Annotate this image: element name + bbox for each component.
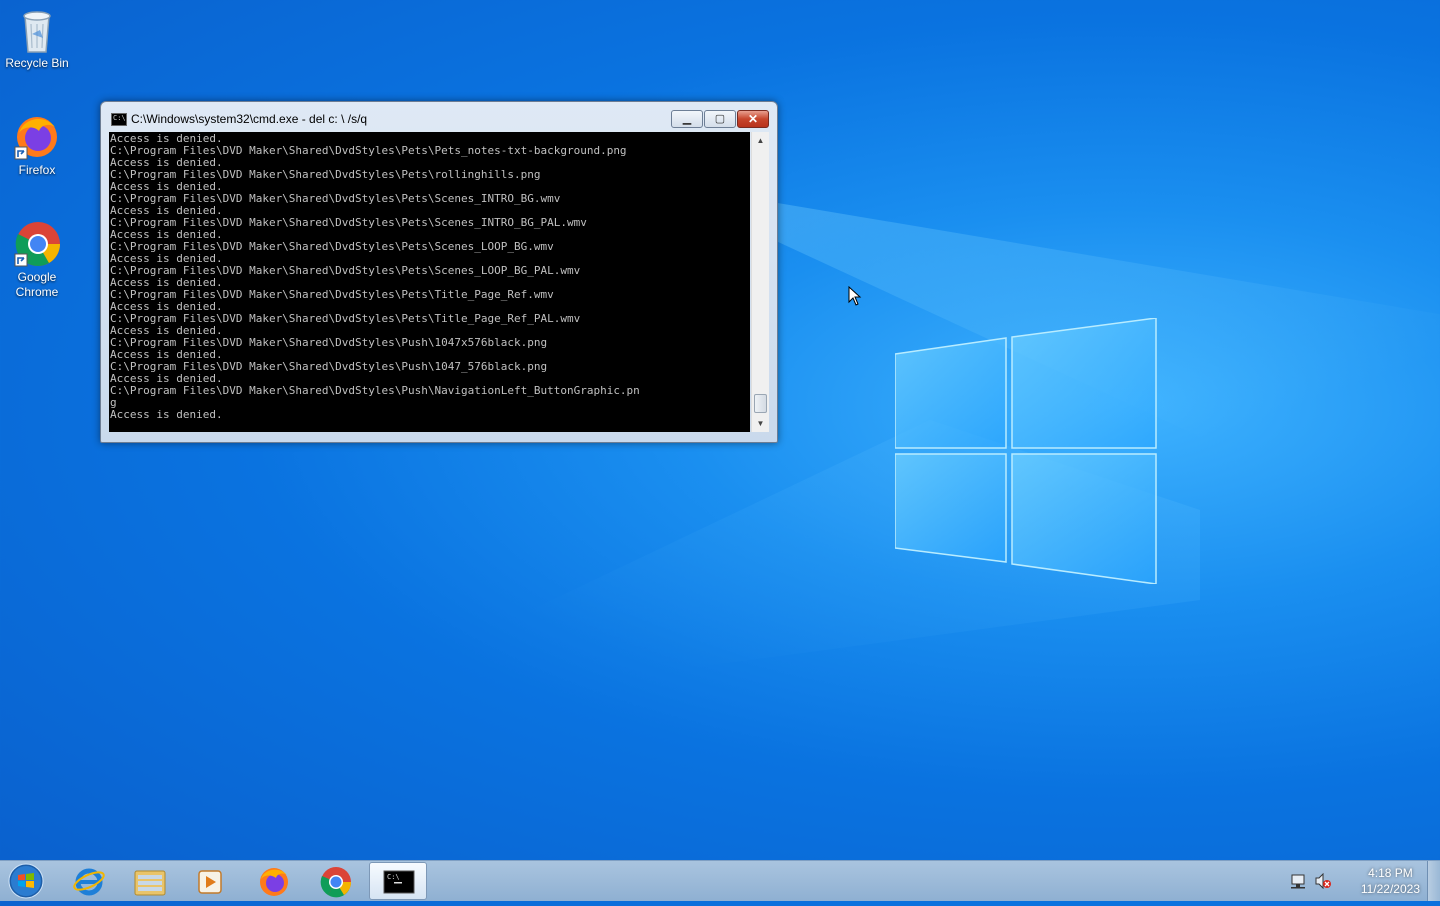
cmd-window-icon: C:\	[111, 113, 127, 126]
cmd-window[interactable]: C:\ C:\Windows\system32\cmd.exe - del c:…	[100, 101, 778, 443]
desktop-icon-recycle-bin[interactable]: Recycle Bin	[0, 6, 74, 71]
taskbar: C:\ 4:18 PM 11/22/2023	[0, 860, 1440, 901]
desktop-icon-label: Recycle Bin	[5, 56, 69, 70]
taskbar-media-player[interactable]	[181, 862, 239, 900]
close-icon: ✕	[747, 112, 759, 126]
show-desktop-button[interactable]	[1427, 861, 1440, 901]
taskbar-chrome[interactable]	[307, 862, 365, 900]
minimize-icon: ▁	[682, 113, 692, 125]
recycle-bin-icon	[13, 6, 61, 54]
close-button[interactable]: ✕	[737, 110, 769, 128]
system-tray: 4:18 PM 11/22/2023	[1280, 861, 1440, 901]
chrome-icon	[320, 867, 352, 898]
maximize-button[interactable]: ▢	[704, 110, 736, 128]
desktop-icon-firefox[interactable]: Firefox	[0, 113, 74, 178]
window-title: C:\Windows\system32\cmd.exe - del c: \ /…	[131, 112, 368, 126]
clock-date: 11/22/2023	[1360, 882, 1420, 896]
clock-time: 4:18 PM	[1368, 866, 1413, 880]
scroll-up-arrow-icon[interactable]: ▲	[752, 132, 769, 149]
internet-explorer-icon	[73, 868, 105, 896]
windows-start-orb-icon	[8, 863, 44, 899]
media-player-icon	[198, 870, 222, 894]
start-button[interactable]	[6, 862, 46, 900]
volume-muted-icon[interactable]	[1314, 873, 1332, 889]
scrollbar-thumb[interactable]	[754, 394, 767, 413]
desktop-icon-google-chrome[interactable]: Google Chrome	[0, 220, 74, 300]
desktop-icon-label: Firefox	[18, 163, 56, 177]
clock[interactable]: 4:18 PM 11/22/2023	[1361, 865, 1420, 897]
firefox-icon	[13, 113, 61, 161]
scroll-down-arrow-icon[interactable]: ▼	[752, 415, 769, 432]
taskbar-file-explorer[interactable]	[121, 862, 179, 900]
firefox-icon	[260, 868, 288, 896]
taskbar-cmd[interactable]: C:\	[369, 862, 427, 900]
windows-logo-wallpaper	[895, 318, 1157, 584]
chrome-icon	[13, 220, 61, 268]
window-title-bar[interactable]: C:\ C:\Windows\system32\cmd.exe - del c:…	[109, 108, 769, 130]
vertical-scrollbar[interactable]: ▲ ▼	[751, 132, 769, 432]
console-output-area[interactable]: Access is denied. C:\Program Files\DVD M…	[109, 132, 750, 432]
cmd-icon: C:\	[383, 870, 415, 894]
taskbar-internet-explorer[interactable]	[60, 862, 118, 900]
mouse-pointer-icon	[848, 286, 862, 306]
desktop-icon-label: Google Chrome	[15, 270, 59, 299]
svg-text:C:\: C:\	[387, 873, 400, 881]
console-output: Access is denied. C:\Program Files\DVD M…	[110, 132, 640, 421]
taskbar-firefox[interactable]	[245, 862, 303, 900]
maximize-icon: ▢	[714, 113, 726, 125]
file-explorer-icon	[134, 870, 166, 896]
network-icon[interactable]	[1290, 873, 1308, 889]
minimize-button[interactable]: ▁	[671, 110, 703, 128]
